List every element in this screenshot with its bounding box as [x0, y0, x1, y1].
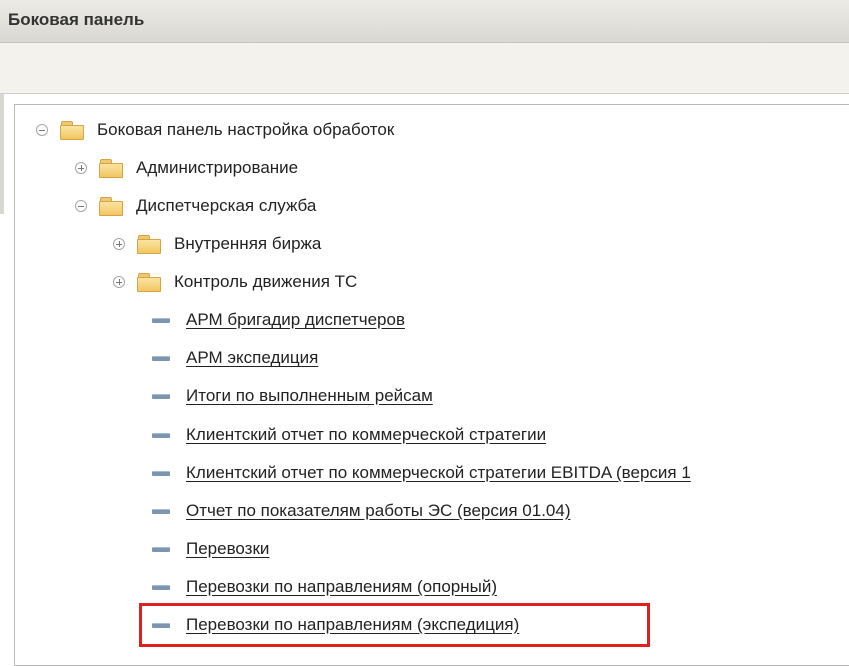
tree-item-label[interactable]: АРМ экспедиция — [186, 348, 318, 368]
tree-node-vehicle-control[interactable]: Контроль движения ТС — [113, 267, 357, 297]
tree-node-label: Администрирование — [136, 158, 299, 177]
toolbar — [0, 43, 849, 94]
tree-node-label: Диспетчерская служба — [136, 196, 317, 215]
tree-item-link[interactable]: Клиентский отчет по коммерческой стратег… — [152, 420, 546, 450]
expand-icon[interactable] — [113, 276, 125, 288]
tree-item-link[interactable]: АРМ бригадир диспетчеров — [152, 305, 405, 335]
tree-item-link[interactable]: Отчет по показателям работы ЭС (версия 0… — [152, 496, 571, 526]
tree-node-internal-exchange[interactable]: Внутренняя биржа — [113, 229, 321, 259]
item-dash-icon — [152, 393, 170, 399]
tree-item-label[interactable]: Клиентский отчет по коммерческой стратег… — [186, 425, 546, 445]
expand-icon[interactable] — [75, 162, 87, 174]
tree-item-label[interactable]: АРМ бригадир диспетчеров — [186, 310, 405, 330]
tree-item-label[interactable]: Перевозки по направлениям (экспедиция) — [186, 615, 519, 635]
window-title: Боковая панель — [8, 10, 145, 29]
item-dash-icon — [152, 584, 170, 590]
collapse-icon[interactable] — [36, 124, 48, 136]
tree-node-label: Боковая панель настройка обработок — [97, 120, 395, 139]
item-dash-icon — [152, 546, 170, 552]
folder-icon — [99, 159, 123, 178]
tree-item-label[interactable]: Отчет по показателям работы ЭС (версия 0… — [186, 501, 571, 521]
tree-node-administration[interactable]: Администрирование — [75, 153, 298, 183]
tree-item-link[interactable]: Перевозки — [152, 534, 269, 564]
tree-item-link[interactable]: Итоги по выполненным рейсам — [152, 381, 433, 411]
tree-item-label[interactable]: Итоги по выполненным рейсам — [186, 386, 433, 406]
tree-item-link-highlighted[interactable]: Перевозки по направлениям (экспедиция) — [152, 610, 519, 640]
folder-icon — [137, 235, 161, 254]
item-dash-icon — [152, 470, 170, 476]
item-dash-icon — [152, 317, 170, 323]
tree-node-root[interactable]: Боковая панель настройка обработок — [36, 115, 394, 145]
tree-item-link[interactable]: Клиентский отчет по коммерческой стратег… — [152, 458, 691, 488]
folder-icon — [137, 273, 161, 292]
tree-item-link[interactable]: Перевозки по направлениям (опорный) — [152, 572, 497, 602]
expand-icon[interactable] — [113, 238, 125, 250]
tree-node-label: Внутренняя биржа — [174, 234, 322, 253]
tree-item-label[interactable]: Клиентский отчет по коммерческой стратег… — [186, 463, 691, 483]
left-edge-divider — [0, 94, 4, 214]
folder-icon — [60, 121, 84, 140]
item-dash-icon — [152, 355, 170, 361]
tree-item-link[interactable]: АРМ экспедиция — [152, 343, 318, 373]
collapse-icon[interactable] — [75, 200, 87, 212]
item-dash-icon — [152, 508, 170, 514]
window-title-bar: Боковая панель — [0, 0, 849, 43]
item-dash-icon — [152, 622, 170, 628]
item-dash-icon — [152, 432, 170, 438]
tree-item-label[interactable]: Перевозки — [186, 539, 269, 559]
folder-icon — [99, 197, 123, 216]
tree-item-label[interactable]: Перевозки по направлениям (опорный) — [186, 577, 497, 597]
tree-node-label: Контроль движения ТС — [174, 272, 358, 291]
tree-node-dispatch-service[interactable]: Диспетчерская служба — [75, 191, 316, 221]
